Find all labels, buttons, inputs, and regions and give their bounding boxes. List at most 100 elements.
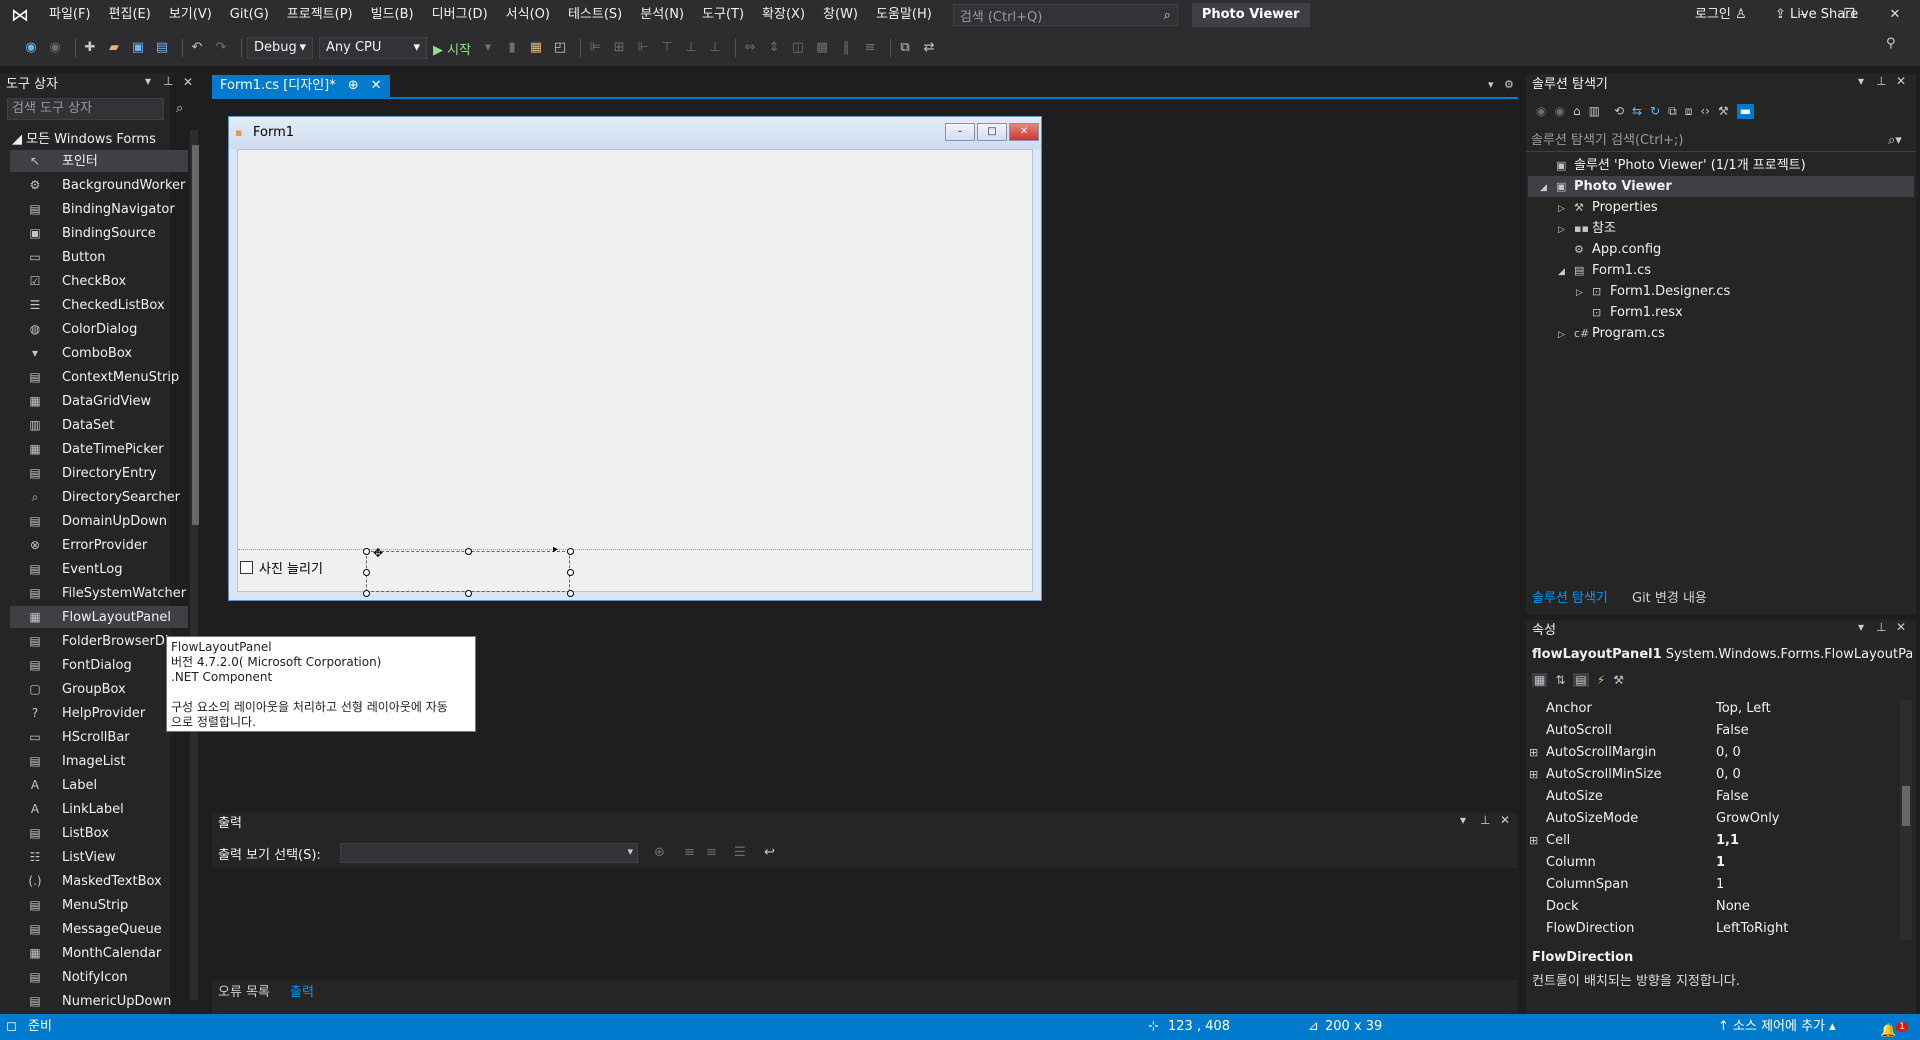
menu-item[interactable]: 디버그(D) (423, 0, 497, 30)
picture-box[interactable] (238, 150, 1032, 550)
solution-tree-node[interactable]: ⚙ App.config (1558, 239, 1661, 260)
bring-front-icon[interactable]: ⧉ (896, 39, 914, 57)
property-row[interactable]: ⊞ AutoScrollMinSize 0, 0 (1526, 764, 1892, 786)
toolbox-item[interactable]: ▤ NotifyIcon (10, 966, 188, 988)
refresh-icon[interactable]: ↻ (1650, 104, 1660, 119)
property-row[interactable]: Anchor Top, Left (1526, 698, 1892, 720)
toolbox-item[interactable]: ▦ DataGridView (10, 390, 188, 412)
toolbox-item[interactable]: ▤ DomainUpDown (10, 510, 188, 532)
toolbox-item[interactable]: ☑ CheckBox (10, 270, 188, 292)
close-output-icon[interactable]: ✕ (1500, 813, 1510, 827)
toolbox-item[interactable]: ? HelpProvider (10, 702, 188, 724)
resize-handle[interactable] (567, 548, 574, 555)
tab-git-changes[interactable]: Git 변경 내용 (1626, 588, 1713, 610)
new-project-icon[interactable]: ✚ (81, 39, 99, 57)
toolbox-item[interactable]: ☷ ListView (10, 846, 188, 868)
login-link[interactable]: 로그인 ♙ (1695, 0, 1747, 30)
close-toolbox-icon[interactable]: ✕ (183, 75, 193, 89)
home-icon[interactable]: ⌂ (1573, 104, 1581, 119)
toolbox-item[interactable]: ⌕ DirectorySearcher (10, 486, 188, 508)
property-row[interactable]: AutoSize False (1526, 786, 1892, 808)
back-icon[interactable]: ◉ (1536, 104, 1546, 119)
solution-tree-node[interactable]: ▷ ▪▪ 참조 (1558, 218, 1616, 239)
solution-tree-node[interactable]: ▷ ⊡ Form1.Designer.cs (1576, 281, 1730, 302)
menu-item[interactable]: 도구(T) (693, 0, 753, 30)
tab-form1-designer[interactable]: Form1.cs [디자인]* ⊕ ✕ (212, 75, 390, 97)
dropdown-icon[interactable]: ▾ (145, 74, 151, 88)
solution-tree-node[interactable]: ▣ 솔루션 'Photo Viewer' (1/1개 프로젝트) (1540, 155, 1806, 176)
form1-window[interactable]: ▪ Form1 – □ ✕ 사진 늘리기 ✥ ▸ (228, 116, 1042, 601)
resize-handle[interactable] (567, 590, 574, 597)
property-row[interactable]: ⊞ AutoScrollMargin 0, 0 (1526, 742, 1892, 764)
output-source-select[interactable]: ▾ (340, 843, 638, 863)
pin-icon[interactable]: ⊥ (1876, 74, 1886, 88)
chevron-down-icon[interactable]: ▾ (479, 39, 497, 57)
toolbox-item[interactable]: ⚙ BackgroundWorker (10, 174, 188, 196)
property-row[interactable]: Column 1 (1526, 852, 1892, 874)
menu-item[interactable]: 파일(F) (40, 0, 100, 30)
property-row[interactable]: AutoSizeMode GrowOnly (1526, 808, 1892, 830)
close-tab-icon[interactable]: ✕ (371, 75, 382, 97)
solution-tree-node[interactable]: ▷ c# Program.cs (1558, 323, 1665, 344)
forward-icon[interactable]: ◉ (46, 39, 64, 57)
word-wrap-icon[interactable]: ↩ (764, 845, 775, 860)
show-all-files-icon[interactable]: ⧈ (1685, 104, 1693, 119)
menu-item[interactable]: 분석(N) (631, 0, 693, 30)
checkbox-square[interactable] (240, 561, 253, 574)
property-row[interactable]: Dock None (1526, 896, 1892, 918)
stretch-checkbox[interactable]: 사진 늘리기 (240, 558, 323, 577)
redo-icon[interactable]: ↷ (212, 39, 230, 57)
menu-item[interactable]: 보기(V) (160, 0, 221, 30)
toolbox-item[interactable]: ▤ FolderBrowserDi (10, 630, 188, 652)
menu-item[interactable]: 프로젝트(P) (278, 0, 362, 30)
toolbox-item[interactable]: ▤ ListBox (10, 822, 188, 844)
toolbox-item[interactable]: ▤ NumericUpDown (10, 990, 188, 1012)
property-row[interactable]: ⊞ Cell 1,1 (1526, 830, 1892, 852)
platform-dropdown[interactable]: Any CPU ▾ (319, 37, 427, 59)
search-input[interactable]: 검색 (Ctrl+Q) ⌕ (952, 4, 1178, 26)
save-all-icon[interactable]: ▤ (153, 39, 171, 57)
history-icon[interactable]: ⟲ (1614, 104, 1624, 119)
events-icon[interactable]: ⚡ (1597, 673, 1605, 687)
toolbox-item[interactable]: ▤ DirectoryEntry (10, 462, 188, 484)
search-icon[interactable]: ⌕ (176, 101, 183, 116)
toolbox-item[interactable]: ◍ ColorDialog (10, 318, 188, 340)
expand-arrow-icon[interactable]: ▷ (1558, 325, 1574, 346)
toolbox-item[interactable]: ▤ FontDialog (10, 654, 188, 676)
property-scroll-thumb[interactable] (1902, 786, 1910, 826)
toolbox-group-header[interactable]: ◢ 모든 Windows Forms (12, 128, 156, 147)
notifications-bell-icon[interactable]: 🔔 1 (1880, 1014, 1908, 1040)
toolbox-item[interactable]: ▭ HScrollBar (10, 726, 188, 748)
close-panel-icon[interactable]: ✕ (1896, 620, 1906, 634)
toolbox-item[interactable]: ▥ DataSet (10, 414, 188, 436)
menu-item[interactable]: 서식(O) (497, 0, 559, 30)
form-title-bar[interactable]: ▪ Form1 (229, 117, 1041, 149)
toolbox-item[interactable]: ▤ FileSystemWatcher (10, 582, 188, 604)
tab-output[interactable]: 출력 (284, 982, 320, 1004)
form-client-area[interactable]: 사진 늘리기 ✥ ▸ (237, 149, 1033, 597)
pin-icon[interactable]: ⊥ (1480, 813, 1490, 827)
properties-wrench-icon[interactable]: ⚒ (1718, 104, 1729, 119)
toolbox-item[interactable]: ▤ MessageQueue (10, 918, 188, 940)
menu-item[interactable]: 확장(X) (753, 0, 814, 30)
expand-arrow-icon[interactable]: ▷ (1576, 283, 1592, 304)
menu-item[interactable]: 테스트(S) (559, 0, 631, 30)
tab-list-icon[interactable]: ▾ (1488, 78, 1494, 91)
tab-error-list[interactable]: 오류 목록 (212, 982, 276, 1004)
expand-icon[interactable]: ⊞ (1529, 764, 1538, 786)
close-panel-icon[interactable]: ✕ (1896, 74, 1906, 88)
live-share-button[interactable]: ⇪ Live Share (1775, 7, 1858, 22)
expand-icon[interactable]: ⊞ (1529, 830, 1538, 852)
menu-item[interactable]: 편집(E) (100, 0, 160, 30)
toolbox-item[interactable]: ☰ CheckedListBox (10, 294, 188, 316)
toolbox-icon[interactable]: ▦ (527, 39, 545, 57)
toolbox-item[interactable]: (.) MaskedTextBox (10, 870, 188, 892)
resize-handle[interactable] (363, 548, 370, 555)
pin-tab-icon[interactable]: ⊕ (348, 75, 359, 97)
toolbox-item[interactable]: ▤ MenuStrip (10, 894, 188, 916)
dropdown-icon[interactable]: ▾ (1858, 74, 1864, 88)
toolbox-item[interactable]: A LinkLabel (10, 798, 188, 820)
property-object-selector[interactable]: flowLayoutPanel1 System.Windows.Forms.Fl… (1532, 647, 1912, 662)
toolbox-item[interactable]: ▤ EventLog (10, 558, 188, 580)
undo-icon[interactable]: ↶ (188, 39, 206, 57)
